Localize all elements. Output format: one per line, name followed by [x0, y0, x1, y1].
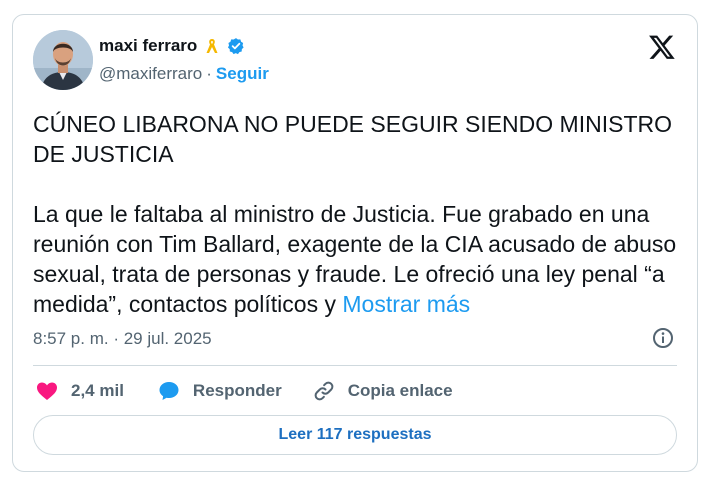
author-name[interactable]: maxi ferraro [99, 36, 197, 56]
read-replies-label: Leer 117 respuestas [278, 426, 432, 443]
tweet-headline: CÚNEO LIBARONA NO PUEDE SEGUIR SIENDO MI… [33, 111, 672, 167]
follow-button[interactable]: Seguir [216, 64, 269, 84]
copy-link-button[interactable]: Copia enlace [312, 379, 453, 403]
x-logo-icon[interactable] [648, 33, 676, 61]
divider [33, 365, 677, 366]
read-replies-button[interactable]: Leer 117 respuestas [33, 415, 677, 455]
info-icon[interactable] [651, 326, 675, 350]
speech-bubble-icon [159, 382, 179, 400]
show-more-link[interactable]: Mostrar más [342, 291, 470, 317]
tweet-text: CÚNEO LIBARONA NO PUEDE SEGUIR SIENDO MI… [33, 109, 683, 319]
action-bar: 2,4 mil Responder Copia enlace [35, 377, 453, 405]
reply-label: Responder [192, 381, 282, 400]
link-icon [314, 381, 334, 401]
like-count: 2,4 mil [71, 381, 124, 400]
verified-badge-icon [227, 37, 245, 55]
author-handle[interactable]: @maxiferraro [99, 64, 202, 84]
reply-button[interactable]: Responder [157, 379, 282, 403]
author-name-row: maxi ferraro [99, 36, 245, 56]
yellow-ribbon-icon [203, 37, 221, 55]
author-handle-row: @maxiferraro · Seguir [99, 64, 269, 84]
heart-icon [37, 382, 57, 400]
avatar[interactable] [33, 30, 93, 90]
separator-dot: · [206, 64, 212, 83]
tweet-body: La que le faltaba al ministro de Justici… [33, 199, 683, 319]
copy-link-label: Copia enlace [347, 381, 453, 400]
like-button[interactable]: 2,4 mil [35, 379, 124, 403]
tweet-card: maxi ferraro @maxiferraro · Seguir CÚNEO… [12, 14, 698, 472]
tweet-timestamp[interactable]: 8:57 p. m. · 29 jul. 2025 [33, 329, 212, 349]
